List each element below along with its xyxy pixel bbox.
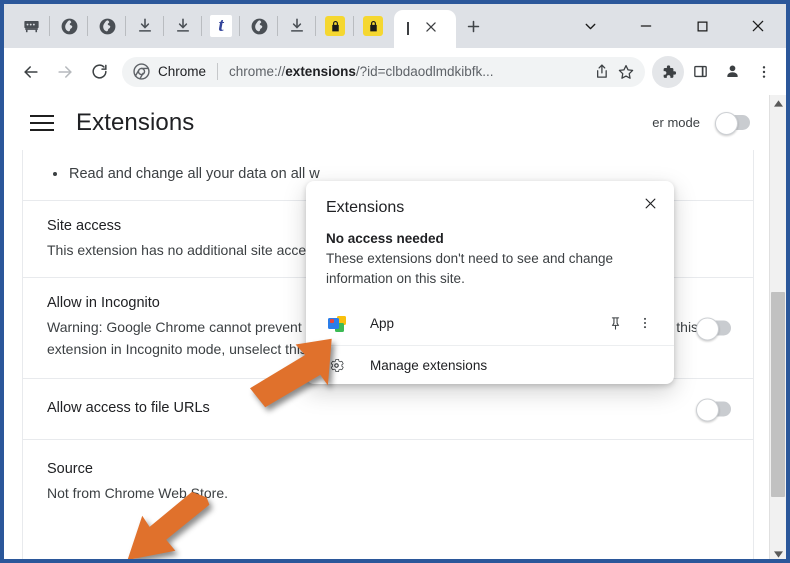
maximize-icon: [697, 21, 707, 31]
hamburger-menu-icon[interactable]: [30, 112, 56, 134]
pinned-tab-lock-2[interactable]: [353, 4, 392, 48]
pinned-tab-download-1[interactable]: [125, 4, 164, 48]
tab-search-button[interactable]: [562, 4, 618, 48]
extensions-popup: Extensions No access needed These extens…: [306, 181, 674, 384]
omnibox-url: chrome://extensions/?id=clbdaodlmdkibfk.…: [229, 64, 494, 79]
forward-arrow-icon: [58, 65, 72, 78]
globe-icon: [98, 17, 117, 36]
pinned-tab-globe-3[interactable]: [239, 4, 278, 48]
extension-name: App: [370, 315, 395, 331]
puzzle-piece-icon: [663, 64, 677, 78]
chrome-menu-button[interactable]: [748, 56, 780, 88]
section-title: No access needed: [326, 231, 444, 246]
pinned-tab-lock-1[interactable]: [315, 4, 354, 48]
arrow-pointing-to-source-row: [127, 491, 210, 559]
plus-icon: [467, 20, 479, 32]
active-tab[interactable]: [394, 10, 456, 48]
no-access-needed-section: No access needed These extensions don't …: [306, 221, 674, 301]
developer-mode-label: er mode: [652, 115, 700, 130]
row-title: Source: [47, 461, 93, 477]
browser-window: t Chrome chrome://extensions/?id=clbdaod…: [0, 0, 790, 563]
pinned-tab-globe-2[interactable]: [87, 4, 126, 48]
pinned-tabs: t: [4, 4, 392, 48]
side-panel-button[interactable]: [684, 56, 716, 88]
scroll-up-arrow-icon[interactable]: [770, 95, 786, 112]
tumblr-t-icon: t: [210, 15, 232, 37]
extensions-page: PCrisk.com Extensions er mode Read and c…: [4, 95, 786, 559]
popup-title: Extensions: [326, 199, 405, 216]
scroll-down-arrow-icon[interactable]: [770, 546, 786, 559]
pinned-tab-globe-1[interactable]: [49, 4, 88, 48]
close-icon[interactable]: [424, 20, 438, 39]
scrollbar-thumb[interactable]: [771, 292, 785, 497]
bookmark-star-icon[interactable]: [613, 59, 639, 85]
download-icon: [174, 17, 192, 35]
back-button[interactable]: [14, 55, 48, 89]
omnibox-end-icons: [587, 59, 639, 85]
close-button[interactable]: [730, 4, 786, 48]
profile-button[interactable]: [716, 56, 748, 88]
manage-extensions-button[interactable]: Manage extensions: [306, 345, 674, 384]
download-icon: [136, 17, 154, 35]
extensions-button[interactable]: [652, 55, 684, 88]
reload-icon: [91, 64, 107, 79]
person-avatar-icon: [726, 65, 738, 78]
back-arrow-icon: [24, 65, 38, 78]
server-rack-icon: [22, 17, 41, 36]
share-icon[interactable]: [587, 59, 613, 85]
extensions-page-header: Extensions er mode: [4, 95, 786, 150]
omnibox-chip-label: Chrome: [158, 64, 207, 79]
developer-mode-control: er mode: [652, 112, 750, 135]
popup-close-button[interactable]: [638, 191, 662, 215]
pin-icon[interactable]: [600, 308, 630, 338]
omnibox-divider: [217, 63, 219, 80]
tab-strip: t: [4, 4, 786, 48]
globe-icon: [250, 17, 269, 36]
popup-header: Extensions: [306, 181, 674, 221]
extension-list-item-app[interactable]: App: [306, 301, 674, 345]
window-controls: [562, 4, 786, 48]
pinned-tab-server-rack[interactable]: [12, 4, 50, 48]
chevron-down-icon: [585, 23, 595, 29]
section-description: These extensions don't need to see and c…: [326, 251, 614, 286]
active-tab-caret: [407, 22, 409, 35]
forward-button[interactable]: [48, 55, 82, 89]
lock-icon: [325, 16, 345, 36]
allow-in-incognito-toggle[interactable]: [696, 317, 731, 341]
lock-icon: [363, 16, 383, 36]
three-dot-menu-icon: [644, 317, 646, 329]
address-bar[interactable]: Chrome chrome://extensions/?id=clbdaodlm…: [122, 56, 645, 87]
close-icon: [645, 198, 655, 208]
globe-icon: [60, 17, 79, 36]
new-tab-button[interactable]: [456, 4, 490, 48]
app-squares-icon: [326, 312, 348, 334]
browser-toolbar: Chrome chrome://extensions/?id=clbdaodlm…: [4, 48, 786, 95]
maximize-button[interactable]: [674, 4, 730, 48]
pinned-tab-tumblr[interactable]: t: [201, 4, 240, 48]
row-title: Allow access to file URLs: [47, 400, 210, 416]
three-dot-menu-icon: [762, 65, 766, 78]
allow-file-urls-toggle[interactable]: [696, 398, 731, 422]
minimize-button[interactable]: [618, 4, 674, 48]
arrow-pointing-to-extensions-popup: [250, 338, 332, 408]
page-scrollbar[interactable]: [769, 95, 786, 559]
extension-item-menu-button[interactable]: [630, 308, 660, 338]
side-panel-icon: [693, 65, 707, 78]
reload-button[interactable]: [82, 55, 116, 89]
pinned-tab-download-3[interactable]: [277, 4, 316, 48]
developer-mode-toggle[interactable]: [715, 112, 750, 135]
download-icon: [288, 17, 306, 35]
chrome-logo-icon: [133, 63, 150, 80]
pinned-tab-download-2[interactable]: [163, 4, 202, 48]
close-icon: [752, 20, 764, 32]
minimize-icon: [640, 25, 652, 27]
allow-file-urls-row: Allow access to file URLs: [23, 379, 753, 440]
manage-extensions-label: Manage extensions: [370, 357, 488, 373]
page-title: Extensions: [76, 108, 195, 136]
